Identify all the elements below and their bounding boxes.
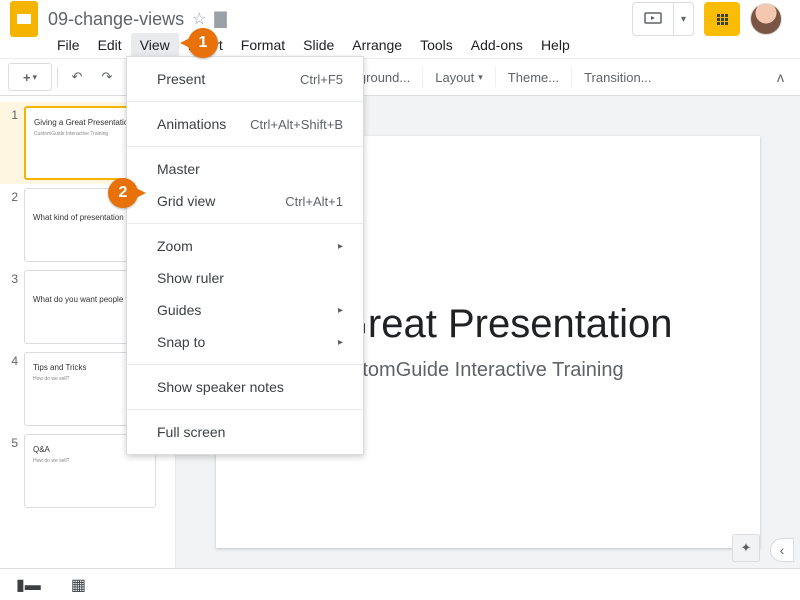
document-title[interactable]: 09-change-views [48, 9, 184, 30]
thumbnail-number: 3 [6, 270, 24, 344]
move-folder-icon[interactable]: ▇ [214, 9, 226, 29]
theme-button[interactable]: Theme... [500, 63, 567, 91]
menu-item-show-ruler[interactable]: Show ruler [127, 262, 363, 294]
bottom-bar: ▮▬ ▦ [0, 568, 800, 600]
share-grid-icon [717, 14, 728, 25]
new-slide-button[interactable]: +▾ [8, 63, 52, 91]
star-icon[interactable]: ☆ [192, 9, 206, 29]
share-button[interactable] [704, 2, 740, 36]
tutorial-callout-2: 2 [108, 178, 138, 208]
collapse-toolbar-icon[interactable]: ʌ [769, 69, 792, 85]
menu-edit[interactable]: Edit [89, 33, 131, 57]
transition-button[interactable]: Transition... [576, 63, 659, 91]
view-menu-dropdown: PresentCtrl+F5 AnimationsCtrl+Alt+Shift+… [126, 56, 364, 455]
menu-item-speaker-notes[interactable]: Show speaker notes [127, 371, 363, 403]
thumbnail-number: 5 [6, 434, 24, 508]
menu-item-present[interactable]: PresentCtrl+F5 [127, 63, 363, 95]
filmstrip-view-icon[interactable]: ▮▬ [16, 575, 41, 595]
workspace: 1 Giving a Great Presentation CustomGuid… [0, 96, 800, 568]
menu-item-master[interactable]: Master [127, 153, 363, 185]
menu-format[interactable]: Format [232, 33, 294, 57]
menu-item-snap-to[interactable]: Snap to▸ [127, 326, 363, 358]
menu-tools[interactable]: Tools [411, 33, 462, 57]
slide-subtitle-text[interactable]: stomGuide Interactive Training [352, 359, 623, 382]
present-dropdown-icon[interactable]: ▾ [673, 3, 693, 35]
thumbnail-number: 2 [6, 188, 24, 262]
tutorial-callout-1: 1 [188, 28, 218, 58]
explore-button[interactable]: ✦ [732, 534, 760, 562]
thumbnail-number: 4 [6, 352, 24, 426]
submenu-arrow-icon: ▸ [338, 337, 343, 348]
title-bar: 09-change-views ☆ ▇ ▾ [0, 0, 800, 32]
menu-file[interactable]: File [48, 33, 89, 57]
menu-help[interactable]: Help [532, 33, 579, 57]
present-button[interactable]: ▾ [632, 2, 694, 36]
submenu-arrow-icon: ▸ [338, 241, 343, 252]
horizontal-scroll-left-icon[interactable]: ‹ [770, 538, 794, 562]
present-play-icon[interactable] [633, 3, 673, 35]
menu-item-zoom[interactable]: Zoom▸ [127, 230, 363, 262]
menu-addons[interactable]: Add-ons [462, 33, 532, 57]
menu-item-grid-view[interactable]: Grid viewCtrl+Alt+1 [127, 185, 363, 217]
app-logo-slides[interactable] [10, 1, 38, 37]
account-avatar[interactable] [750, 3, 782, 35]
thumbnail-number: 1 [6, 106, 24, 180]
menu-view[interactable]: View [131, 33, 179, 57]
menu-item-guides[interactable]: Guides▸ [127, 294, 363, 326]
menu-arrange[interactable]: Arrange [343, 33, 411, 57]
layout-button[interactable]: Layout▾ [427, 63, 491, 91]
redo-button[interactable]: ↷ [93, 63, 121, 91]
toolbar: +▾ ↶ ↷ ⎙ ✎ ⤢ ▭ T + Background... Layout▾… [0, 58, 800, 96]
menu-item-animations[interactable]: AnimationsCtrl+Alt+Shift+B [127, 108, 363, 140]
menu-slide[interactable]: Slide [294, 33, 343, 57]
undo-button[interactable]: ↶ [63, 63, 91, 91]
menu-item-full-screen[interactable]: Full screen [127, 416, 363, 448]
grid-view-icon[interactable]: ▦ [71, 575, 86, 595]
submenu-arrow-icon: ▸ [338, 305, 343, 316]
